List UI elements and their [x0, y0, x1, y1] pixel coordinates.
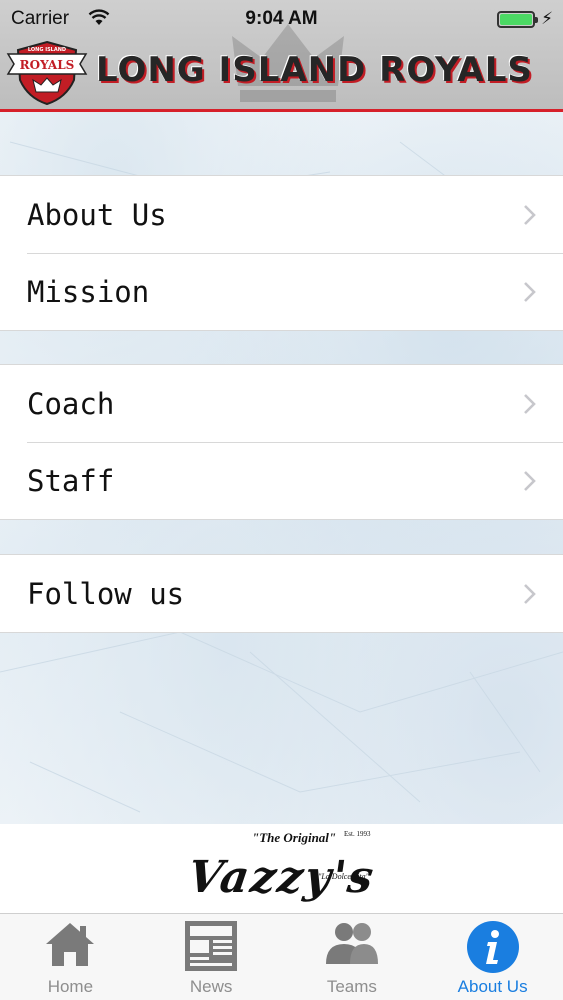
page-title: LONG ISLAND ROYALS: [96, 50, 533, 90]
tab-about-us[interactable]: About Us: [422, 914, 563, 1000]
menu-item-mission[interactable]: Mission: [0, 253, 563, 330]
menu-item-staff[interactable]: Staff: [0, 442, 563, 519]
royals-logo: ROYALS LONG ISLAND: [6, 40, 88, 106]
tab-label: News: [189, 977, 233, 996]
menu-item-label: Mission: [27, 274, 150, 309]
chevron-right-icon: [524, 471, 536, 491]
sponsor-banner[interactable]: "The Original" Est. 1993 Vazzy's "La Dol…: [0, 824, 563, 913]
tab-bar: Home News Teams About Us: [0, 913, 563, 1000]
tab-news[interactable]: News: [141, 914, 282, 1000]
info-icon: [466, 921, 519, 973]
menu-group-1: About Us Mission: [0, 175, 563, 331]
tab-label: Teams: [326, 977, 377, 996]
tab-teams[interactable]: Teams: [282, 914, 423, 1000]
menu-item-about-us[interactable]: About Us: [0, 176, 563, 253]
menu-group-3: Follow us: [0, 554, 563, 633]
menu-item-label: Coach: [27, 386, 115, 421]
menu-item-label: Staff: [27, 463, 115, 498]
menu-group-2: Coach Staff: [0, 364, 563, 520]
charging-icon: ⚡: [541, 9, 553, 28]
teams-icon: [325, 923, 378, 964]
logo-text: ROYALS: [20, 58, 75, 72]
app-header: Carrier 9:04 AM ⚡ ROYALS LONG ISLAND LON…: [0, 0, 563, 112]
news-icon: [185, 921, 238, 971]
sponsor-subtitle: "La Dolce Vita": [318, 872, 370, 881]
tab-label: About Us: [457, 977, 528, 996]
home-icon: [46, 923, 95, 966]
chevron-right-icon: [524, 282, 536, 302]
sponsor-logo-text: Vazzy's: [184, 852, 379, 903]
battery-icon: [497, 11, 538, 28]
tab-label: Home: [47, 977, 94, 996]
menu-item-follow-us[interactable]: Follow us: [0, 555, 563, 632]
chevron-right-icon: [524, 205, 536, 225]
chevron-right-icon: [524, 584, 536, 604]
menu-item-label: About Us: [27, 197, 167, 232]
menu-item-coach[interactable]: Coach: [0, 365, 563, 442]
tab-home[interactable]: Home: [0, 914, 141, 1000]
logo-subtext: LONG ISLAND: [28, 47, 66, 53]
sponsor-est: Est. 1993: [344, 830, 371, 838]
sponsor-tagline: "The Original": [252, 830, 337, 845]
menu-item-label: Follow us: [27, 576, 185, 611]
chevron-right-icon: [524, 394, 536, 414]
